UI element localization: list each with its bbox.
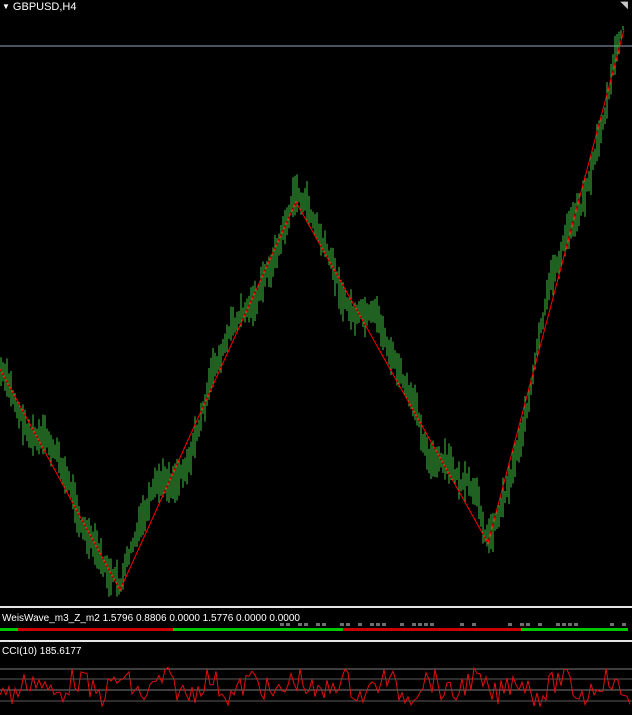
weis-volume-tick — [556, 623, 560, 626]
weis-wave-segment — [18, 628, 173, 631]
weis-volume-tick — [424, 623, 428, 626]
weis-wave-segment — [0, 628, 18, 631]
weis-volume-tick — [304, 623, 308, 626]
weis-volume-tick — [610, 623, 614, 626]
weis-volume-tick — [382, 623, 386, 626]
zigzag-line — [0, 29, 625, 592]
weis-volume-tick — [568, 623, 572, 626]
weis-volume-tick — [376, 623, 380, 626]
weis-volume-tick — [412, 623, 416, 626]
weis-volume-tick — [286, 623, 290, 626]
weis-volume-tick — [622, 623, 626, 626]
weis-volume-tick — [322, 623, 326, 626]
weis-volume-tick — [574, 623, 578, 626]
weis-volume-tick — [472, 623, 476, 626]
price-bars — [0, 25, 624, 597]
weis-volume-tick — [538, 623, 542, 626]
weis-volume-tick — [400, 623, 404, 626]
separator-weis[interactable] — [0, 606, 632, 608]
weis-volume-tick — [298, 623, 302, 626]
weiswave-panel[interactable] — [0, 622, 632, 636]
weiswave-bars — [0, 623, 628, 631]
weis-wave-segment — [173, 628, 343, 631]
weis-volume-tick — [508, 623, 512, 626]
weis-wave-segment — [343, 628, 521, 631]
weis-volume-tick — [430, 623, 434, 626]
weis-volume-tick — [418, 623, 422, 626]
weis-volume-tick — [562, 623, 566, 626]
separator-cci[interactable] — [0, 640, 632, 642]
price-chart[interactable] — [0, 0, 632, 605]
weis-volume-tick — [340, 623, 344, 626]
weis-wave-segment — [521, 628, 628, 631]
weis-volume-tick — [358, 623, 362, 626]
weis-volume-tick — [526, 623, 530, 626]
cci-levels — [0, 668, 632, 702]
weis-volume-tick — [280, 623, 284, 626]
weis-volume-tick — [460, 623, 464, 626]
weis-volume-tick — [520, 623, 524, 626]
weis-volume-tick — [346, 623, 350, 626]
weis-volume-tick — [316, 623, 320, 626]
cci-panel[interactable] — [0, 657, 632, 715]
weis-volume-tick — [370, 623, 374, 626]
